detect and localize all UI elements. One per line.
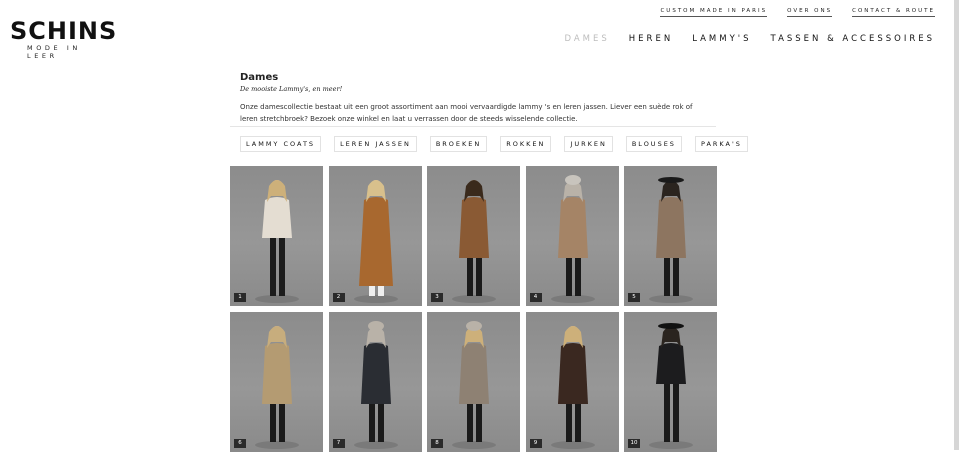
main-nav: DAMES HEREN LAMMY'S TASSEN & ACCESSOIRES	[564, 34, 935, 44]
product-photo[interactable]: 10	[624, 312, 717, 452]
product-photo[interactable]: 9	[525, 312, 619, 452]
nav-lammys[interactable]: LAMMY'S	[692, 34, 751, 44]
scrollbar-thumb[interactable]	[954, 0, 959, 450]
photo-number: 3	[431, 293, 443, 302]
model-figure	[353, 321, 398, 449]
nav-heren[interactable]: HEREN	[629, 34, 673, 44]
category-broeken[interactable]: BROEKEN	[429, 136, 488, 152]
top-links: CUSTOM MADE IN PARIS OVER ONS CONTACT & …	[660, 8, 935, 17]
product-photo[interactable]: 2	[328, 166, 422, 306]
nav-tassen-accessoires[interactable]: TASSEN & ACCESSOIRES	[771, 34, 935, 44]
category-rokken[interactable]: ROKKEN	[500, 136, 552, 152]
model-figure	[353, 180, 398, 303]
model-figure	[550, 326, 595, 449]
product-photo[interactable]: 6	[230, 312, 323, 452]
category-filters: LAMMY COATS LEREN JASSEN BROEKEN ROKKEN …	[240, 136, 748, 152]
product-photo[interactable]: 1	[230, 166, 323, 306]
link-over-ons[interactable]: OVER ONS	[787, 8, 833, 17]
photo-number: 6	[234, 439, 246, 448]
link-custom-made[interactable]: CUSTOM MADE IN PARIS	[660, 8, 768, 17]
model-figure	[550, 175, 595, 303]
link-contact-route[interactable]: CONTACT & ROUTE	[852, 8, 935, 17]
category-lammy-coats[interactable]: LAMMY COATS	[240, 136, 322, 152]
category-jurken[interactable]: JURKEN	[564, 136, 613, 152]
product-photo[interactable]: 8	[427, 312, 520, 452]
photo-number: 5	[628, 293, 640, 302]
model-figure	[255, 180, 299, 303]
category-leren-jassen[interactable]: LEREN JASSEN	[334, 136, 417, 152]
product-photo[interactable]: 7	[328, 312, 422, 452]
photo-number: 4	[529, 293, 542, 302]
model-figure	[649, 323, 693, 449]
category-parkas[interactable]: PARKA'S	[694, 136, 748, 152]
nav-dames[interactable]: DAMES	[564, 34, 609, 44]
intro-text: Onze damescollectie bestaat uit een groo…	[240, 103, 693, 123]
logo-tagline: MODE IN LEER	[27, 44, 81, 60]
photo-number: 10	[628, 439, 640, 448]
product-photo[interactable]: 5	[624, 166, 717, 306]
page-intro: Dames De mooiste Lammy's, en meer! Onze …	[240, 72, 710, 125]
model-figure	[452, 180, 496, 303]
page-title: Dames	[240, 72, 279, 83]
logo-name: SCHINS	[10, 17, 118, 45]
model-figure	[452, 321, 496, 449]
category-blouses[interactable]: BLOUSES	[625, 136, 682, 152]
photo-number: 2	[332, 293, 345, 302]
page-subtitle: De mooiste Lammy's, en meer!	[240, 85, 343, 93]
brand-logo[interactable]: SCHINS MODE IN LEER	[10, 17, 118, 60]
model-figure	[255, 326, 299, 449]
product-photo[interactable]: 4	[525, 166, 619, 306]
divider	[230, 126, 716, 127]
photo-number: 7	[332, 439, 345, 448]
product-grid: 1 2 3 4 5 6 7 8 9 10	[230, 166, 717, 452]
photo-number: 9	[529, 439, 542, 448]
product-photo[interactable]: 3	[427, 166, 520, 306]
page-scrollbar[interactable]	[954, 0, 959, 450]
photo-number: 8	[431, 439, 443, 448]
model-figure	[649, 177, 693, 303]
photo-number: 1	[234, 293, 246, 302]
